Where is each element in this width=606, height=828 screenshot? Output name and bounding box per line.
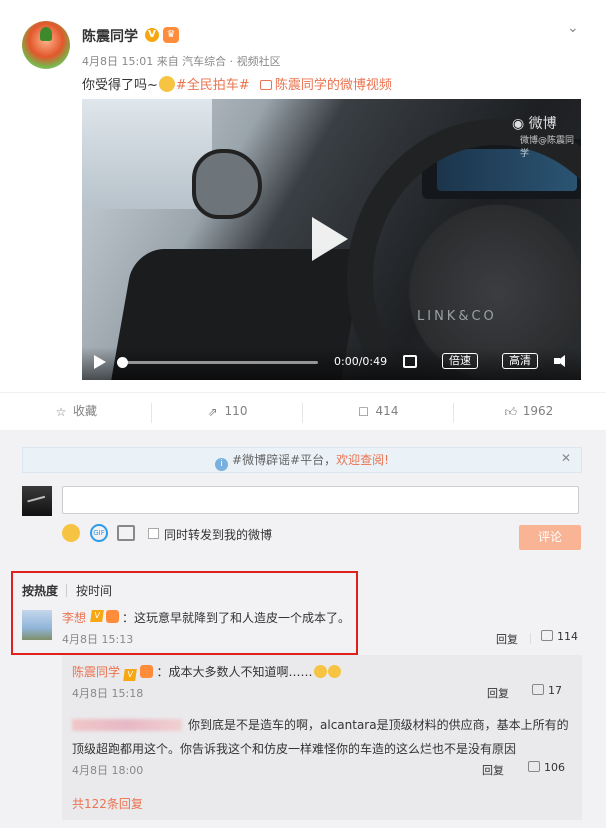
- comment-date: 4月8日 15:13: [62, 633, 134, 646]
- like-button[interactable]: 👍︎ 1962: [453, 393, 604, 431]
- play-icon[interactable]: [94, 355, 106, 369]
- action-bar: ☆ 收藏 ⇗ 110 ☐ 414 👍︎ 1962: [0, 392, 606, 430]
- image-icon[interactable]: [117, 525, 135, 541]
- volume-icon[interactable]: [554, 355, 568, 367]
- gif-icon[interactable]: GIF: [90, 524, 108, 542]
- reply-2-text-line2: 顶级超跑都用这个。你告诉我这个和仿皮一样难怪你的车造的这么烂也不是没有原因: [72, 742, 517, 756]
- laugh-emoji-icon: [327, 665, 341, 678]
- comment-reply-button[interactable]: 回复: [496, 631, 518, 647]
- verified-icon: V: [123, 669, 137, 681]
- repost-button[interactable]: ⇗ 110: [151, 393, 302, 431]
- repost-icon: ⇗: [207, 405, 218, 419]
- hashtag-link[interactable]: #全民拍车#: [176, 78, 250, 93]
- thumbs-up-icon: [528, 761, 540, 772]
- star-icon: ☆: [55, 405, 67, 419]
- commenter-name[interactable]: 李想: [62, 609, 86, 626]
- submit-comment-button[interactable]: 评论: [519, 525, 581, 550]
- post-text: 你受得了吗~ #全民拍车# 陈震同学的微博视频: [82, 74, 392, 93]
- reply-1-date: 4月8日 15:18: [72, 687, 144, 700]
- play-overlay-icon[interactable]: [312, 217, 348, 261]
- reply-2-text-line1: 你到底是不是造车的啊，alcantara是顶级材料的供应商，基本上所有的: [72, 716, 569, 733]
- video-player[interactable]: LINK&CO ◉ 微博 微博@陈震同学 0:00/0:49 倍速 高清: [82, 99, 581, 380]
- post-card: 陈震同学 V ♛ ⌄ 4月8日 15:01 来自 汽车综合 · 视频社区 你受得…: [0, 0, 606, 430]
- author-avatar[interactable]: [22, 21, 70, 69]
- close-icon[interactable]: ✕: [561, 451, 571, 465]
- reply-2-date: 4月8日 18:00: [72, 764, 144, 777]
- comment-like-button[interactable]: 114: [541, 630, 578, 643]
- speed-button[interactable]: 倍速: [442, 353, 478, 369]
- comment-button[interactable]: ☐ 414: [302, 393, 453, 431]
- side-mirror: [192, 149, 262, 219]
- verified-icon: V: [145, 28, 159, 42]
- more-replies-link[interactable]: 共122条回复: [72, 795, 143, 812]
- favorite-button[interactable]: ☆ 收藏: [0, 393, 151, 431]
- reply-1-text: 陈震同学 V ：成本大多数人不知道啊……: [72, 663, 341, 681]
- verified-icon: V: [90, 610, 104, 622]
- sort-by-time[interactable]: 按时间: [76, 582, 112, 599]
- repost-checkbox[interactable]: [148, 528, 159, 539]
- thumbs-up-icon: [532, 684, 544, 695]
- reply-1-like-button[interactable]: 17: [532, 684, 562, 697]
- reply-2-reply-button[interactable]: 回复: [482, 762, 504, 778]
- emoji-picker-icon[interactable]: [62, 524, 80, 542]
- comment-input[interactable]: [62, 486, 579, 514]
- commenter-avatar[interactable]: [22, 610, 52, 640]
- reply-2-like-button[interactable]: 106: [528, 761, 565, 774]
- sort-by-hot[interactable]: 按热度: [22, 582, 58, 599]
- brand-logo: LINK&CO: [417, 309, 497, 324]
- watermark-sub: 微博@陈震同学: [520, 136, 575, 159]
- chevron-down-icon[interactable]: ⌄: [567, 20, 579, 36]
- info-icon: i: [215, 458, 229, 471]
- post-meta: 4月8日 15:01 来自 汽车综合 · 视频社区: [82, 55, 281, 68]
- member-crown-icon: [106, 610, 119, 623]
- emoji-icon: [158, 76, 175, 92]
- comment-text: ：这玩意早就降到了和人造皮一个成本了。: [122, 611, 351, 625]
- progress-knob[interactable]: [117, 357, 128, 368]
- author-name[interactable]: 陈震同学: [82, 26, 138, 46]
- quality-button[interactable]: 高清: [502, 353, 538, 369]
- video-link-label: 陈震同学的微博视频: [274, 78, 392, 93]
- blurred-username: [72, 719, 182, 731]
- video-link[interactable]: 陈震同学的微博视频: [259, 78, 392, 93]
- comment-icon: ☐: [358, 405, 369, 419]
- reply-1-reply-button[interactable]: 回复: [487, 685, 509, 701]
- post-text-prefix: 你受得了吗~: [82, 78, 158, 93]
- progress-track[interactable]: [122, 361, 318, 364]
- fullscreen-icon[interactable]: [403, 355, 417, 368]
- reply-1-user[interactable]: 陈震同学: [72, 665, 120, 679]
- repost-label: 同时转发到我的微博: [164, 528, 273, 542]
- video-time: 0:00/0:49: [334, 355, 388, 368]
- thumbs-up-icon: 👍︎: [504, 405, 517, 419]
- video-icon: [259, 80, 272, 90]
- weibo-watermark: ◉ 微博: [512, 116, 557, 132]
- thumbs-up-icon: [541, 630, 553, 641]
- member-crown-icon: [139, 665, 153, 678]
- weibo-post-page: 陈震同学 V ♛ ⌄ 4月8日 15:01 来自 汽车综合 · 视频社区 你受得…: [0, 0, 606, 828]
- my-avatar: [22, 486, 52, 516]
- laugh-emoji-icon: [313, 665, 327, 678]
- notice-bar: i #微博辟谣#平台，欢迎查阅!: [22, 447, 582, 473]
- member-crown-icon: ♛: [163, 27, 179, 43]
